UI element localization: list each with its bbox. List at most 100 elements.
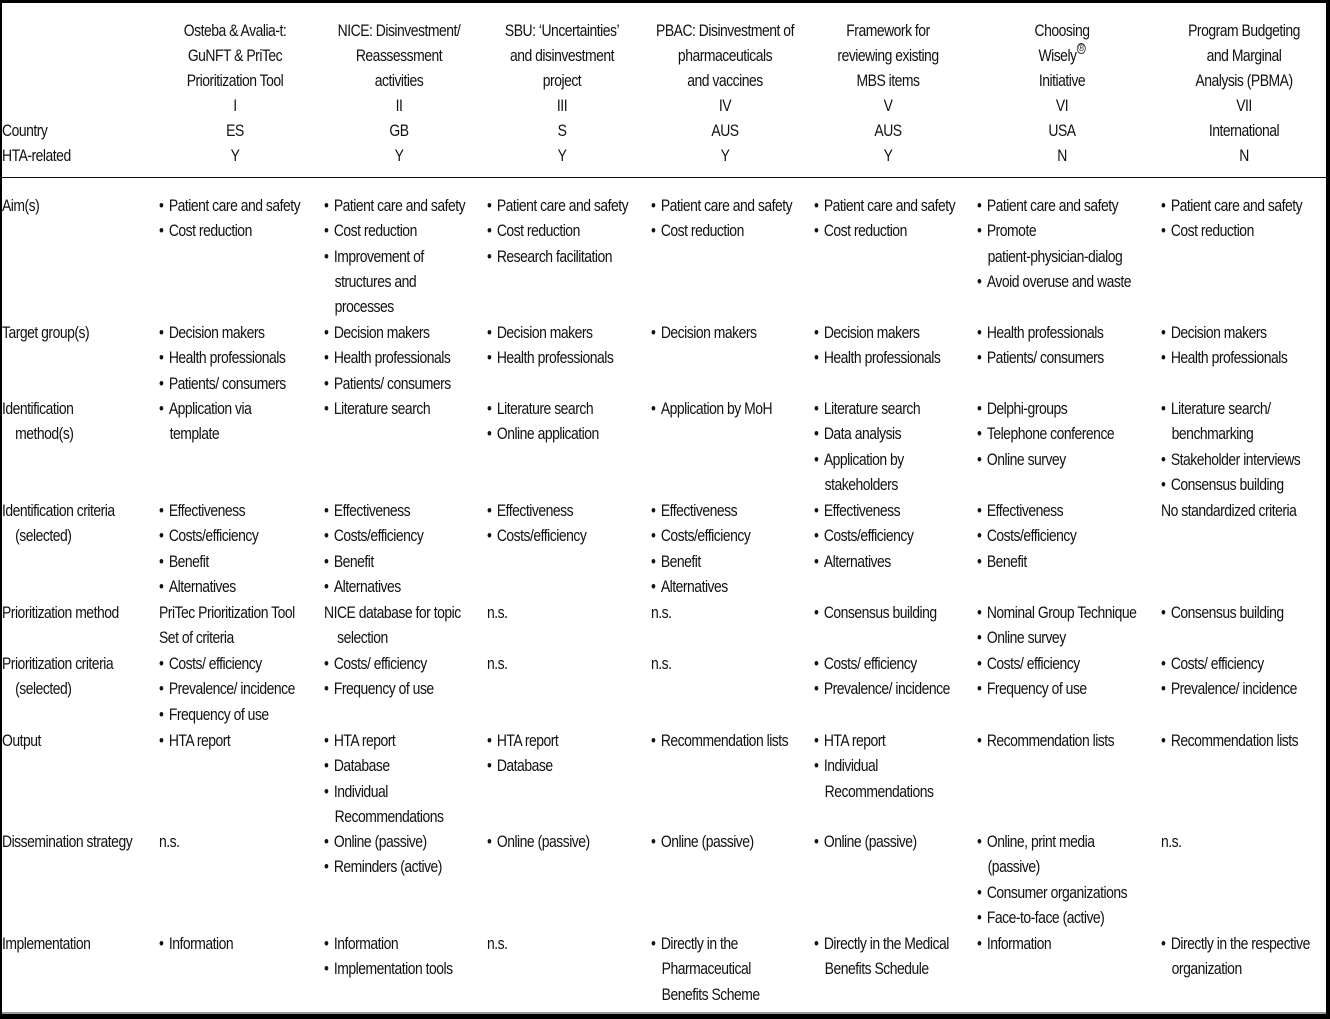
column-country: AUS [874,121,902,140]
bullet-item: Patient care and safety [1161,193,1303,218]
column-header: NICE: Disinvestment/Reassessment activiti… [309,18,489,168]
table-cell: Costs/ efficiencyPrevalence/ incidenceFr… [159,651,296,727]
registered-mark-icon: ® [1076,43,1086,55]
bullet-item: Patient care and safety [814,193,956,218]
bullet-item-continuation: template [169,424,220,444]
bullet-item: Alternatives [651,574,750,599]
bullet-item: HTA report [159,728,231,753]
bullet-item: Recommendation lists [977,728,1115,753]
bullet-item: Costs/efficiency [487,523,587,548]
header-divider [2,177,1326,178]
bullet-item: Frequency of use [977,676,1087,701]
bullet-item: Costs/efficiency [651,523,751,548]
bullet-item: Cost reduction [487,218,628,243]
bullet-item: Effectiveness [487,498,586,523]
comparison-table: Country HTA-related Osteba & Avalia-t: GuNF… [2,3,1326,1014]
bullet-item: Improvement of [324,244,465,269]
bullet-item: Health professionals [1161,345,1288,370]
table-cell: EffectivenessCosts/efficiencyBenefit [977,498,1077,574]
table-cell: Patient care and safetyCost reduction [1161,193,1303,244]
table-cell: Directly in the Medical Benefits Schedule [814,931,950,982]
bullet-item: Costs/ efficiency [814,651,950,676]
row-label: Dissemination strategy [2,829,133,854]
bullet-item: Directly in the [651,931,760,956]
bullet-item: Frequency of use [324,676,434,701]
bullet-item: Nominal Group Technique [977,600,1137,625]
table-cell: EffectivenessCosts/efficiencyBenefitAlte… [324,498,424,599]
bullet-item: Literature search [487,396,599,421]
column-title-line: Initiative [1038,71,1086,90]
bullet-item: Promote [977,218,1131,243]
table-cell: Patient care and safetyCost reduction [814,193,956,244]
bullet-item: Alternatives [814,549,913,574]
bullet-item-continuation: structures and [334,271,417,291]
table-cell: Consensus building [1161,600,1284,625]
bullet-item-continuation: stakeholders [824,474,899,494]
table-cell: Decision makersHealth professionals [814,320,941,371]
column-header: SBU: ‘Uncertainties’ and disinvestment pro… [472,18,652,168]
bullet-item-continuation: Benefits Schedule [824,959,930,979]
bullet-item: Patient care and safety [651,193,793,218]
cell-text: n.s. [487,603,508,622]
column-title-line: and disinvestment [509,46,614,65]
table-cell: HTA reportDatabaseIndividualRecommendati… [324,728,444,829]
table-cell: Directly in the respective organization [1161,931,1311,982]
bullet-item: HTA report [324,728,444,753]
column-title-line: Prioritization Tool [186,71,284,90]
bullet-item-continuation: Benefits Scheme [661,984,760,1004]
column-country: GB [389,121,409,140]
bullet-item: Decision makers [1161,320,1287,345]
row-label-hta-related: HTA-related [2,146,71,165]
row-label: Identification method(s) [2,396,74,447]
cell-text: n.s. [159,832,180,851]
bullet-item: Consumer organizations [977,880,1128,905]
bullet-item: Costs/ efficiency [1161,651,1297,676]
column-title-line: pharmaceuticals [677,46,773,65]
table-cell: Patient care and safetyCost reduction [159,193,301,244]
table-cell: Literature searchData analysisApplicatio… [814,396,921,497]
table-cell: Recommendation lists [977,728,1115,753]
bullet-item: Online (passive) [814,829,917,854]
bullet-item: Effectiveness [814,498,913,523]
table-cell: Online, print media (passive) Consumer org… [977,829,1128,930]
bullet-item: Decision makers [651,320,757,345]
table-cell: n.s. [651,651,672,676]
bullet-item: Data analysis [814,421,920,446]
column-numeral: V [883,96,893,115]
table-cell: Information [159,931,234,956]
bullet-item: Health professionals [159,345,286,370]
column-hta-related: N [1057,146,1067,165]
column-title-line: NICE: Disinvestment/ [337,21,461,40]
bullet-item: Benefit [159,549,258,574]
bullet-item: Avoid overuse and waste [977,269,1132,294]
row-label: Prioritization criteria (selected) [2,651,114,702]
bullet-item: Patient care and safety [487,193,629,218]
bullet-item: Directly in the Medical [814,931,950,956]
column-country: ES [226,121,244,140]
table-cell: Costs/ efficiencyFrequency of use [977,651,1087,702]
bottom-rule [2,1012,1326,1014]
bullet-item-continuation: patient-physician-dialog [987,246,1123,266]
row-label-line: (selected) [15,526,72,546]
table-cell: EffectivenessCosts/efficiencyAlternative… [814,498,914,574]
bullet-item: Application by [814,447,920,472]
column-header: Program Budgeting and Marginal Analysis (P… [1154,18,1330,168]
column-country: S [557,121,567,140]
column-title-line: Osteba & Avalia-t: [183,21,287,40]
table-cell: Information [977,931,1052,956]
row-label-line: Implementation [2,934,91,953]
table-cell: Patient care and safetyPromote patient-ph… [977,193,1132,294]
row-label-line: Identification [2,399,74,418]
bullet-item: Costs/ efficiency [324,651,434,676]
bullet-item: Patient care and safety [977,193,1131,218]
cell-text: NICE database for topic [324,603,461,622]
row-label-line: Identification criteria [2,501,115,520]
column-title-line: Reassessment [355,46,443,65]
column-numeral: VII [1236,96,1252,115]
column-country: AUS [711,121,739,140]
bullet-item: Online (passive) [324,829,442,854]
table-cell: Online (passive)Reminders (active) [324,829,443,880]
cell-text: selection [337,628,388,648]
bullet-item: HTA report [487,728,559,753]
column-numeral: III [556,96,568,115]
